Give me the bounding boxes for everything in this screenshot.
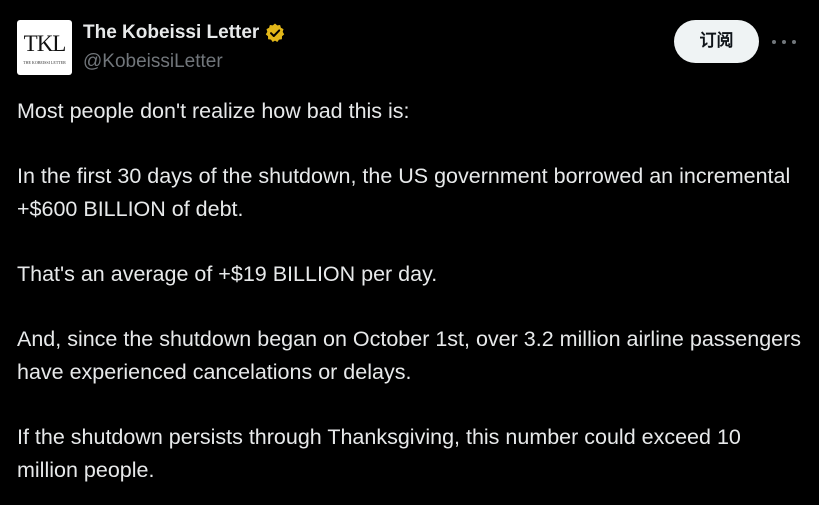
- tweet-paragraph: Most people don't realize how bad this i…: [17, 99, 410, 123]
- more-dot: [792, 40, 796, 44]
- author-name[interactable]: The Kobeissi Letter: [83, 20, 259, 46]
- avatar-subtitle: THE KOBEISSI LETTER: [23, 60, 66, 65]
- avatar-monogram: TKL: [23, 31, 67, 56]
- author-handle[interactable]: @KobeissiLetter: [83, 50, 223, 74]
- author-name-row: The Kobeissi Letter: [83, 20, 286, 46]
- more-dot: [772, 40, 776, 44]
- avatar[interactable]: TKL THE KOBEISSI LETTER: [17, 20, 72, 75]
- more-options-icon[interactable]: [768, 30, 800, 54]
- more-dot: [782, 40, 786, 44]
- tweet-paragraph: In the first 30 days of the shutdown, th…: [17, 164, 791, 221]
- verified-badge-icon: [264, 22, 286, 44]
- tweet-paragraph: If the shutdown persists through Thanksg…: [17, 425, 741, 482]
- tweet-text: Most people don't realize how bad this i…: [17, 95, 807, 487]
- tweet-paragraph: That's an average of +$19 BILLION per da…: [17, 262, 438, 286]
- tweet-paragraph: And, since the shutdown began on October…: [17, 327, 802, 384]
- subscribe-button[interactable]: 订阅: [674, 20, 759, 63]
